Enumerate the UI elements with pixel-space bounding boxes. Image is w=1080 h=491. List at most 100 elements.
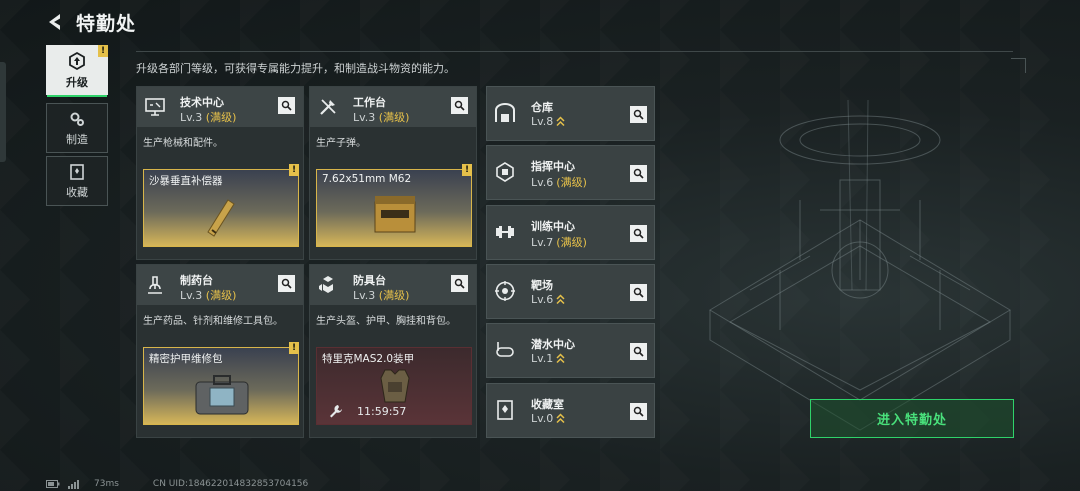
inspect-button[interactable] bbox=[630, 284, 647, 301]
header: 特勤处 bbox=[44, 8, 136, 36]
tab-upgrade-label: 升级 bbox=[66, 75, 88, 89]
product-name: 7.62x51mm M62 bbox=[322, 173, 412, 185]
upgrade-icon bbox=[69, 51, 85, 70]
inspect-button[interactable] bbox=[630, 343, 647, 360]
edge-handle[interactable] bbox=[0, 62, 6, 162]
player-uid: CN UID:1846220148328537041​56 bbox=[152, 479, 309, 489]
facility-level: Lv.1 bbox=[531, 352, 565, 365]
inspect-button[interactable] bbox=[451, 97, 468, 114]
facility-level: Lv.6 (满级) bbox=[531, 175, 587, 190]
back-arrow-icon[interactable] bbox=[44, 11, 66, 33]
upgrade-available-icon bbox=[556, 294, 565, 305]
warehouse-icon bbox=[495, 103, 515, 122]
header-divider bbox=[136, 51, 1013, 52]
facility-level: Lv.6 bbox=[531, 293, 565, 306]
inspect-button[interactable] bbox=[630, 165, 647, 182]
tab-upgrade-alert-badge: ! bbox=[98, 45, 108, 57]
search-icon bbox=[633, 109, 644, 120]
facility-name: 潜水中心 bbox=[531, 338, 575, 351]
upgrade-available-icon bbox=[556, 413, 565, 424]
facility-diving-center[interactable]: 潜水中心 Lv.1 bbox=[486, 323, 655, 378]
wrench-icon bbox=[330, 405, 342, 418]
department-name: 技术中心 bbox=[180, 96, 224, 109]
product-name: 精密护甲维修包 bbox=[149, 353, 223, 365]
inspect-button[interactable] bbox=[630, 225, 647, 242]
facility-warehouse[interactable]: 仓库 Lv.8 bbox=[486, 86, 655, 141]
facility-level: Lv.0 bbox=[531, 412, 565, 425]
upgrade-available-icon bbox=[556, 116, 565, 127]
repair-kit-icon bbox=[195, 375, 249, 415]
tab-craft-label: 制造 bbox=[66, 132, 88, 146]
inspect-button[interactable] bbox=[630, 106, 647, 123]
card-header: 技术中心 Lv.3 (满级) bbox=[137, 87, 303, 127]
signal-icon bbox=[68, 479, 79, 489]
ammo-box-icon bbox=[374, 196, 416, 233]
facility-level: Lv.7 (满级) bbox=[531, 235, 587, 250]
search-icon bbox=[633, 228, 644, 239]
collection-icon bbox=[70, 163, 84, 180]
gears-icon bbox=[70, 112, 84, 126]
department-description: 生产子弹。 bbox=[316, 138, 366, 149]
tab-craft[interactable]: 制造 bbox=[46, 103, 108, 153]
page-title: 特勤处 bbox=[76, 12, 137, 35]
enter-hq-button[interactable]: 进入特勤处 bbox=[810, 399, 1014, 438]
craft-timer: 11:59:57 bbox=[329, 404, 406, 418]
inspect-button[interactable] bbox=[451, 275, 468, 292]
department-name: 工作台 bbox=[353, 96, 386, 109]
chip-icon bbox=[496, 162, 514, 182]
department-card-armor-bench[interactable]: 防具台 Lv.3 (满级) 生产头盔、护甲、胸挂和背包。 特里克MAS2.0装甲… bbox=[309, 264, 477, 438]
product-slot[interactable]: 7.62x51mm M62 ! bbox=[316, 164, 472, 247]
department-level: Lv.3 (满级) bbox=[180, 111, 237, 124]
department-card-workbench[interactable]: 工作台 Lv.3 (满级) 生产子弹。 7.62x51mm M62 ! bbox=[309, 86, 477, 260]
tab-collection[interactable]: 收藏 bbox=[46, 156, 108, 206]
tools-icon bbox=[320, 99, 336, 115]
facility-training-center[interactable]: 训练中心 Lv.7 (满级) bbox=[486, 205, 655, 260]
ping-readout: 73ms bbox=[94, 479, 119, 489]
facility-name: 训练中心 bbox=[531, 220, 575, 233]
department-level: Lv.3 (满级) bbox=[353, 111, 410, 124]
product-alert-badge: ! bbox=[462, 164, 472, 176]
department-card-pharmacy[interactable]: 制药台 Lv.3 (满级) 生产药品、针剂和维修工具包。 精密护甲维修包 ! bbox=[136, 264, 304, 438]
dumbbell-icon bbox=[496, 226, 514, 238]
product-alert-badge: ! bbox=[289, 342, 299, 354]
department-description: 生产枪械和配件。 bbox=[143, 138, 223, 149]
facility-name: 收藏室 bbox=[531, 398, 564, 411]
facility-collection-room[interactable]: 收藏室 Lv.0 bbox=[486, 383, 655, 438]
search-icon bbox=[633, 287, 644, 298]
facility-command-center[interactable]: 指挥中心 Lv.6 (满级) bbox=[486, 145, 655, 200]
inspect-button[interactable] bbox=[278, 275, 295, 292]
card-header: 制药台 Lv.3 (满级) bbox=[137, 265, 303, 305]
product-slot[interactable]: 精密护甲维修包 ! bbox=[143, 342, 299, 425]
cubes-icon bbox=[319, 276, 333, 293]
facility-name: 仓库 bbox=[531, 101, 553, 114]
body-armor-icon bbox=[380, 369, 410, 403]
inspect-button[interactable] bbox=[630, 403, 647, 420]
search-icon bbox=[633, 346, 644, 357]
department-name: 制药台 bbox=[180, 274, 213, 287]
inspect-button[interactable] bbox=[278, 97, 295, 114]
active-tab-indicator bbox=[47, 95, 107, 97]
monitor-icon bbox=[145, 98, 165, 116]
department-name: 防具台 bbox=[353, 274, 386, 287]
facility-name: 靶场 bbox=[531, 279, 553, 292]
facility-level: Lv.8 bbox=[531, 115, 565, 128]
status-footer: 73ms CN UID:1846220148328537041​56 bbox=[46, 478, 308, 490]
product-alert-badge: ! bbox=[289, 164, 299, 176]
search-icon bbox=[281, 100, 292, 111]
product-slot[interactable]: 沙暴垂直补偿器 ! bbox=[143, 164, 299, 247]
tab-collection-label: 收藏 bbox=[66, 185, 88, 199]
target-icon bbox=[495, 281, 515, 301]
microscope-icon bbox=[148, 276, 162, 294]
search-icon bbox=[454, 100, 465, 111]
compensator-item-icon bbox=[207, 199, 235, 237]
collection-icon bbox=[497, 400, 513, 420]
facility-name: 指挥中心 bbox=[531, 160, 575, 173]
department-description: 生产药品、针剂和维修工具包。 bbox=[143, 316, 283, 327]
tab-upgrade[interactable]: 升级 ! bbox=[46, 45, 108, 97]
facility-shooting-range[interactable]: 靶场 Lv.6 bbox=[486, 264, 655, 319]
department-card-tech-center[interactable]: 技术中心 Lv.3 (满级) 生产枪械和配件。 沙暴垂直补偿器 ! bbox=[136, 86, 304, 260]
department-level: Lv.3 (满级) bbox=[353, 289, 410, 302]
product-slot-crafting[interactable]: 特里克MAS2.0装甲 11:59:57 bbox=[316, 347, 472, 425]
card-header: 工作台 Lv.3 (满级) bbox=[310, 87, 476, 127]
search-icon bbox=[633, 168, 644, 179]
